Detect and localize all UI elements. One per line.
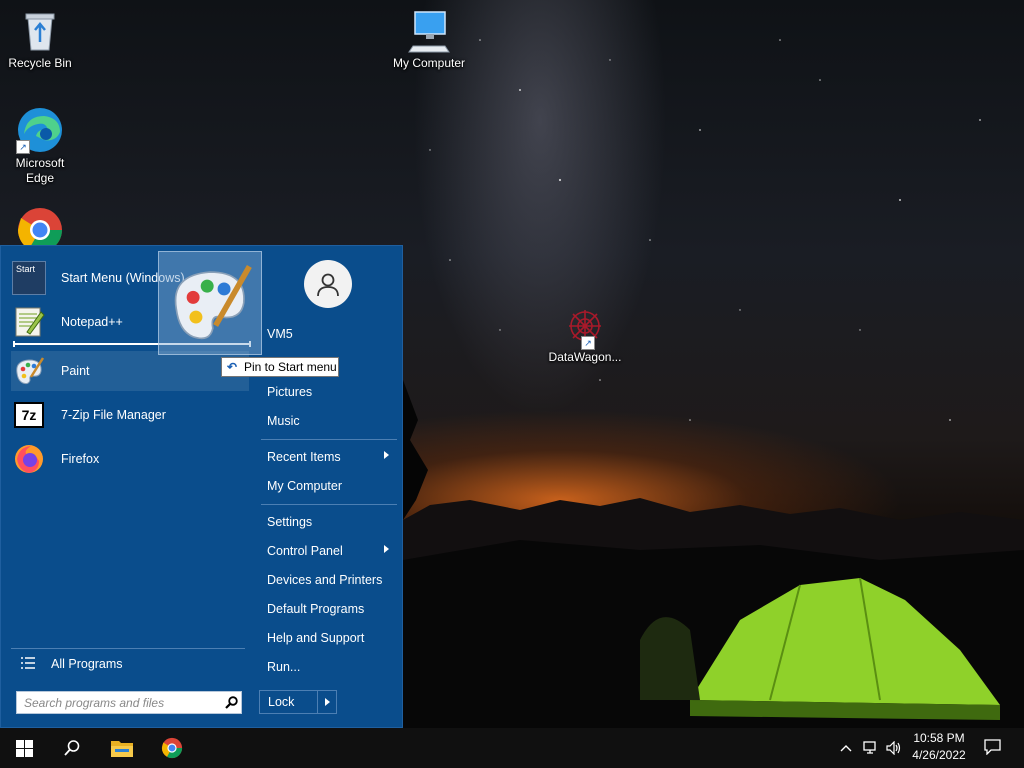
right-item-label: Music	[267, 413, 300, 428]
right-item-label: Pictures	[267, 384, 313, 399]
right-item-label: Default Programs	[267, 601, 365, 616]
menu-separator	[261, 504, 397, 505]
right-item-run[interactable]: Run...	[259, 652, 399, 681]
drag-ghost-paint	[158, 251, 262, 355]
desktop-icon-label: My Computer	[392, 56, 466, 70]
desktop-icon-label: Recycle Bin	[8, 56, 72, 70]
lock-button[interactable]: Lock	[260, 695, 317, 709]
desktop-icon-datawagon[interactable]: ↗ DataWagon...	[545, 306, 625, 365]
search-input[interactable]	[17, 691, 221, 714]
network-icon[interactable]	[862, 740, 880, 756]
firefox-icon	[11, 441, 47, 477]
search-icon[interactable]	[221, 693, 241, 713]
desktop-icon-microsoft-edge[interactable]: ↗ Microsoft Edge	[0, 106, 80, 186]
desktop-icon-my-computer[interactable]: My Computer	[389, 6, 469, 71]
right-item-label: Control Panel	[267, 543, 343, 558]
user-name: VM5	[267, 326, 293, 341]
clock-time: 10:58 PM	[913, 731, 965, 745]
app-label: Paint	[61, 364, 90, 378]
paint-icon	[11, 353, 47, 389]
shortcut-arrow-icon: ↗	[581, 336, 595, 350]
right-item-label: Recent Items	[267, 449, 341, 464]
start-menu-right-pane: VM5 Pictures Music Recent Items My Compu…	[257, 246, 402, 727]
taskbar-clock[interactable]: 10:58 PM 4/26/2022	[900, 730, 978, 766]
search-box[interactable]	[16, 691, 242, 714]
right-item-label: Devices and Printers	[267, 572, 383, 587]
folder-icon	[111, 741, 133, 757]
datawagon-icon: ↗	[565, 306, 605, 350]
taskbar-chrome[interactable]	[148, 728, 196, 768]
app-label: Firefox	[61, 452, 100, 466]
right-item-my-computer[interactable]: My Computer	[259, 471, 399, 500]
notifications-icon[interactable]	[982, 739, 1002, 755]
user-name-item[interactable]: VM5	[259, 319, 399, 348]
desktop-icon-recycle-bin[interactable]: Recycle Bin	[0, 6, 80, 71]
right-item-recent-items[interactable]: Recent Items	[259, 442, 399, 471]
search-icon	[64, 740, 80, 756]
shortcut-arrow-icon: ↗	[16, 140, 30, 154]
notepad-plus-plus-icon	[11, 304, 47, 340]
taskbar-file-explorer[interactable]	[98, 728, 146, 768]
recycle-bin-icon	[16, 6, 64, 54]
lock-button-group: Lock	[259, 690, 337, 714]
right-item-music[interactable]: Music	[259, 406, 399, 435]
desktop-icon-label: Microsoft Edge	[15, 156, 65, 185]
right-item-devices-and-printers[interactable]: Devices and Printers	[259, 565, 399, 594]
list-icon	[21, 656, 35, 672]
all-programs-button[interactable]: All Programs	[11, 648, 245, 679]
start-tile-text: Start	[12, 261, 46, 295]
right-item-default-programs[interactable]: Default Programs	[259, 594, 399, 623]
taskbar-search-button[interactable]	[48, 728, 96, 768]
right-item-label: Run...	[267, 659, 301, 674]
right-item-pictures[interactable]: Pictures	[259, 377, 399, 406]
paint-icon	[174, 265, 252, 340]
chrome-icon	[161, 737, 183, 759]
menu-separator	[261, 439, 397, 440]
seven-zip-icon: 7z	[11, 397, 47, 433]
pin-tooltip: ↶ Pin to Start menu	[221, 357, 339, 377]
right-item-label: Settings	[267, 514, 313, 529]
start-app-paint[interactable]: Paint	[11, 351, 249, 391]
edge-icon: ↗	[16, 106, 64, 154]
right-item-label: Help and Support	[267, 630, 365, 645]
start-button[interactable]	[0, 728, 48, 768]
submenu-arrow-icon	[384, 451, 389, 459]
desktop-icon-label: DataWagon...	[548, 350, 622, 364]
app-label: 7-Zip File Manager	[61, 408, 166, 422]
windows-logo-icon	[15, 739, 33, 757]
chevron-right-icon	[324, 698, 330, 706]
start-app-seven-zip[interactable]: 7z 7-Zip File Manager	[11, 395, 249, 435]
app-label: Notepad++	[61, 315, 123, 329]
all-programs-label: All Programs	[51, 657, 123, 671]
chevron-up-icon[interactable]	[838, 740, 854, 756]
right-item-help-and-support[interactable]: Help and Support	[259, 623, 399, 652]
user-avatar[interactable]	[304, 260, 352, 308]
pin-tooltip-text: Pin to Start menu	[244, 360, 337, 374]
computer-icon	[405, 6, 453, 54]
lock-options-button[interactable]	[317, 691, 336, 713]
submenu-arrow-icon	[384, 545, 389, 553]
right-item-settings[interactable]: Settings	[259, 507, 399, 536]
start-menu-app-icon: Start	[11, 260, 47, 296]
pin-icon: ↶	[226, 360, 238, 374]
right-item-control-panel[interactable]: Control Panel	[259, 536, 399, 565]
user-icon	[317, 273, 339, 297]
right-item-label: My Computer	[267, 478, 343, 493]
start-app-firefox[interactable]: Firefox	[11, 439, 249, 479]
clock-date: 4/26/2022	[912, 748, 966, 762]
taskbar: 10:58 PM 4/26/2022	[0, 728, 1024, 768]
